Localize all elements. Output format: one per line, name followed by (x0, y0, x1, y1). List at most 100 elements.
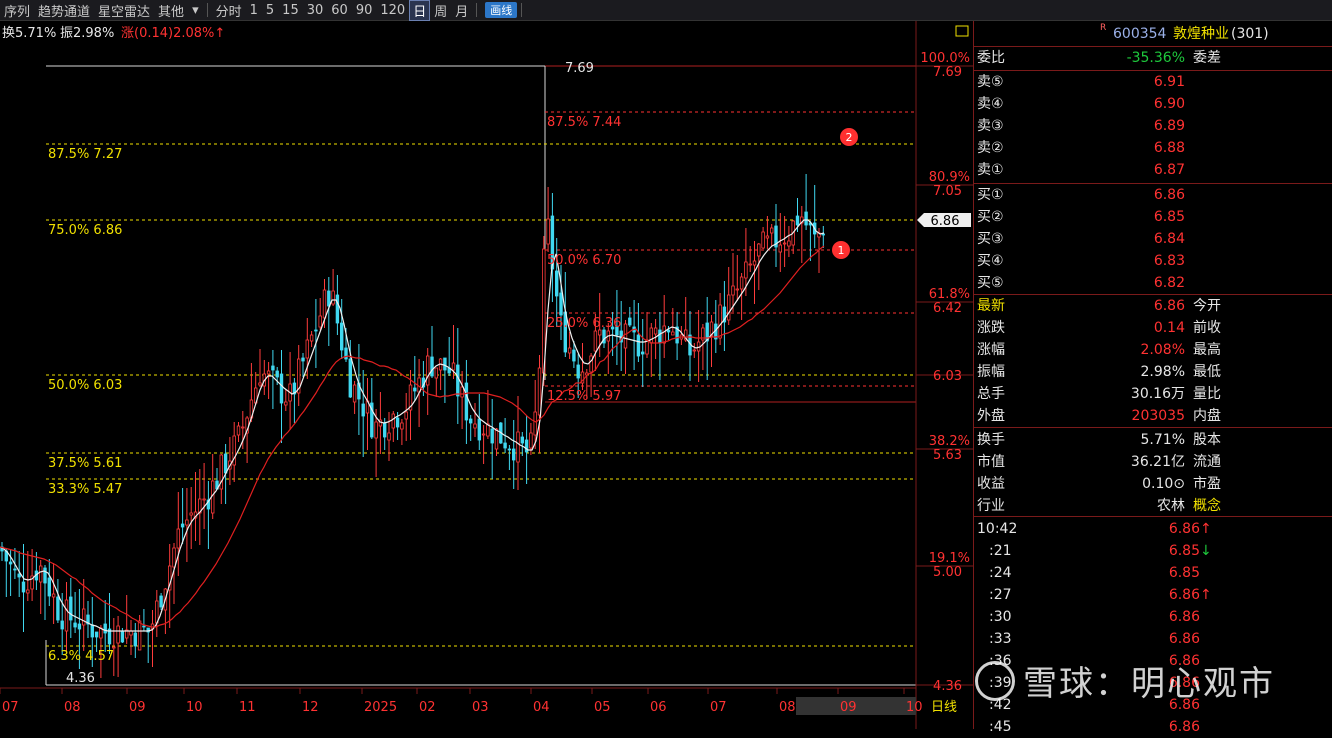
candle-body (649, 327, 653, 344)
candle-body (533, 411, 537, 436)
tick-row[interactable]: :21 6.85 ↓ (974, 540, 1332, 562)
x-axis-label: 04 (533, 700, 550, 715)
toolbar-item-other[interactable]: 其他 (154, 1, 188, 20)
tick-row[interactable]: :24 6.85 (974, 562, 1332, 584)
stat-row[interactable]: 换手 5.71% 股本 (974, 429, 1332, 451)
sell-level[interactable]: 卖⑤ 6.91 (974, 71, 1332, 93)
buy-level[interactable]: 买④ 6.83 (974, 250, 1332, 272)
row-value: 6.83 (1153, 253, 1185, 269)
sell-level[interactable]: 卖① 6.87 (974, 159, 1332, 181)
tick-time: :27 (989, 587, 1012, 603)
row-label: 最新 (977, 298, 1005, 314)
stock-name[interactable]: 敦煌种业 (1173, 23, 1229, 45)
tick-price: 6.85 (1168, 565, 1200, 581)
tick-row[interactable]: 10:42 6.86 ↑ (974, 518, 1332, 540)
row-label: 买④ (977, 253, 1004, 269)
buy-level[interactable]: 买③ 6.84 (974, 228, 1332, 250)
period-week[interactable]: 周 (430, 1, 451, 20)
candle-body (189, 512, 193, 516)
row-label: 涨幅 (977, 342, 1005, 358)
tick-row[interactable]: :27 6.86 ↑ (974, 584, 1332, 606)
toolbar-item-star-radar[interactable]: 星空雷达 (94, 1, 154, 20)
period-60min[interactable]: 60 (327, 3, 352, 18)
stock-code[interactable]: 600354 (1113, 23, 1166, 45)
row-value: 30.16万 (1130, 386, 1185, 402)
weibi-row: 委比 -35.36% 委差 (974, 47, 1332, 69)
marker-1[interactable]: 1 (832, 241, 850, 259)
candle-body (309, 334, 314, 342)
candle-body (473, 423, 477, 429)
candle-body (120, 630, 125, 643)
candle-body (21, 581, 26, 593)
tick-row[interactable]: :30 6.86 (974, 606, 1332, 628)
quote-row[interactable]: 最新 6.86 今开 (974, 295, 1332, 317)
period-30min[interactable]: 30 (303, 3, 328, 18)
buy-level[interactable]: 买① 6.86 (974, 184, 1332, 206)
draw-line-button[interactable]: 画线 (485, 2, 518, 18)
kline-chart[interactable]: 87.5% 7.27 75.0% 6.86 50.0% 6.03 37.5% 5.61… (0, 21, 973, 729)
candle-body (112, 646, 116, 649)
fib-label-right: 12.5% 5.97 (547, 389, 621, 404)
period-15min[interactable]: 15 (278, 3, 303, 18)
quote-row[interactable]: 振幅 2.98% 最低 (974, 361, 1332, 383)
candle-body (636, 334, 641, 357)
candle-body (757, 243, 761, 257)
candle-body (404, 411, 408, 420)
candle-body (395, 417, 400, 428)
candle-body (116, 625, 120, 644)
candle-body (770, 227, 774, 234)
period-timeshare[interactable]: 分时 (212, 1, 246, 20)
tick-price: 6.86 (1168, 609, 1200, 625)
marker-2-label: 2 (846, 131, 853, 144)
sell-level[interactable]: 卖② 6.88 (974, 137, 1332, 159)
sell-level[interactable]: 卖③ 6.89 (974, 115, 1332, 137)
candle-body (258, 382, 262, 386)
candle-body (77, 623, 82, 630)
quote-row[interactable]: 涨幅 2.08% 最高 (974, 339, 1332, 361)
candle-body (821, 233, 825, 236)
candle-body (696, 341, 701, 352)
current-price-tag-text: 6.86 (931, 214, 960, 229)
tick-row[interactable]: :33 6.86 (974, 628, 1332, 650)
quote-row[interactable]: 涨跌 0.14 前收 (974, 317, 1332, 339)
sell-level[interactable]: 卖④ 6.90 (974, 93, 1332, 115)
stat-row[interactable]: 收益 0.10⊙ 市盈 (974, 473, 1332, 495)
fib-label-left: 33.3% 5.47 (48, 482, 122, 497)
candle-body (744, 261, 748, 279)
row-right-label: 内盘 (1193, 408, 1221, 424)
stat-row[interactable]: 市值 36.21亿 流通 (974, 451, 1332, 473)
candle-body (374, 421, 378, 439)
watermark: 雪球：明心观市 (975, 656, 1275, 705)
stat-row[interactable]: 行业 农林 概念 (974, 495, 1332, 517)
candle-body (490, 428, 494, 444)
axis-percent: 80.9% (929, 170, 970, 185)
buy-level[interactable]: 买② 6.85 (974, 206, 1332, 228)
candle-body (39, 565, 43, 583)
chevron-down-icon[interactable]: ▾ (188, 3, 203, 18)
quote-row[interactable]: 总手 30.16万 量比 (974, 383, 1332, 405)
row-label: 买⑤ (977, 275, 1004, 291)
period-month[interactable]: 月 (451, 1, 472, 20)
ma-long-line (0, 245, 825, 628)
stock-count: (301) (1231, 26, 1269, 42)
tick-row[interactable]: :45 6.86 (974, 716, 1332, 738)
chart-labels: 87.5% 7.27 75.0% 6.86 50.0% 6.03 37.5% 5.61… (48, 51, 970, 694)
period-day[interactable]: 日 (409, 0, 431, 21)
period-90min[interactable]: 90 (352, 3, 377, 18)
candle-body (718, 304, 722, 339)
fib-label-right: 50.0% 6.70 (547, 253, 621, 268)
period-1min[interactable]: 1 (246, 3, 262, 18)
panel-toggle-icon[interactable] (955, 25, 969, 37)
fib-label-right: 25.0% 6.36 (547, 316, 621, 331)
candle-body (787, 240, 791, 247)
fib-label-left: 37.5% 5.61 (48, 456, 122, 471)
marker-2[interactable]: 2 (840, 128, 858, 146)
toolbar-item-trend-channel[interactable]: 趋势通道 (34, 1, 94, 20)
toolbar-item-sequence[interactable]: 序列 (0, 1, 34, 20)
period-120min[interactable]: 120 (376, 3, 409, 18)
buy-level[interactable]: 买⑤ 6.82 (974, 272, 1332, 294)
candle-body (468, 418, 473, 424)
candle-body (202, 498, 206, 501)
quote-row[interactable]: 外盘 203035 内盘 (974, 405, 1332, 427)
period-5min[interactable]: 5 (262, 3, 278, 18)
